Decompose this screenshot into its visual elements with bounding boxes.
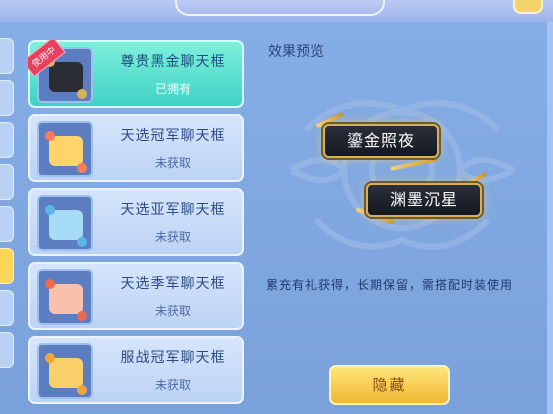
window-title-cap bbox=[175, 0, 385, 16]
frame-ornament-icon bbox=[45, 353, 55, 363]
frame-ornament-icon bbox=[77, 89, 87, 99]
chat-frame-item[interactable]: 服战冠军聊天框 未获取 bbox=[28, 336, 244, 404]
chat-frame-status: 未获取 bbox=[154, 156, 191, 170]
close-tab-button[interactable] bbox=[513, 0, 543, 14]
chat-frame-name: 天选季军聊天框 bbox=[120, 276, 226, 292]
frame-ornament-icon bbox=[77, 311, 87, 321]
category-tab-5[interactable] bbox=[0, 206, 14, 242]
chat-frame-item[interactable]: 天选亚军聊天框 未获取 bbox=[28, 188, 244, 256]
chat-frame-thumbnail bbox=[37, 269, 93, 325]
category-tab-8[interactable] bbox=[0, 332, 14, 368]
category-tab-6-active[interactable] bbox=[0, 248, 14, 284]
preview-title: 效果预览 bbox=[268, 44, 324, 60]
frame-description: 累充有礼获得，长期保留，需搭配时装使用 bbox=[266, 278, 514, 292]
chat-frame-thumbnail bbox=[37, 195, 93, 251]
frame-ornament-icon bbox=[45, 205, 55, 215]
frame-ornament-icon bbox=[77, 163, 87, 173]
category-tab-1[interactable] bbox=[0, 38, 14, 74]
preview-chat-bubble: 渊墨沉星 bbox=[366, 183, 482, 217]
frame-preview-shape bbox=[49, 358, 83, 388]
frame-preview-shape bbox=[49, 210, 83, 240]
chat-frame-item[interactable]: 使用中 尊贵黑金聊天框 已拥有 bbox=[28, 40, 244, 108]
category-tabs bbox=[0, 38, 14, 374]
frame-ornament-icon bbox=[77, 385, 87, 395]
frame-ornament-icon bbox=[77, 237, 87, 247]
chat-frame-list[interactable]: 使用中 尊贵黑金聊天框 已拥有 天选冠军聊天框 未获取 天选亚军聊天框 未获取 … bbox=[28, 40, 246, 414]
frame-preview-shape bbox=[49, 284, 83, 314]
preview-chat-bubble: 鎏金照夜 bbox=[323, 124, 439, 158]
chat-frame-name: 天选冠军聊天框 bbox=[120, 128, 226, 144]
chat-frame-item[interactable]: 天选季军聊天框 未获取 bbox=[28, 262, 244, 330]
chat-frame-thumbnail bbox=[37, 343, 93, 399]
background-emblem-icon bbox=[289, 100, 515, 250]
category-tab-2[interactable] bbox=[0, 80, 14, 116]
frame-ornament-icon bbox=[45, 131, 55, 141]
chat-frame-item[interactable]: 天选冠军聊天框 未获取 bbox=[28, 114, 244, 182]
chat-frame-status: 未获取 bbox=[154, 230, 191, 244]
category-tab-7[interactable] bbox=[0, 290, 14, 326]
hide-button[interactable]: 隐藏 bbox=[329, 365, 450, 405]
frame-preview-shape bbox=[49, 62, 83, 92]
chat-frame-name: 尊贵黑金聊天框 bbox=[120, 54, 226, 70]
chat-frame-name: 服战冠军聊天框 bbox=[120, 350, 226, 366]
frame-preview-shape bbox=[49, 136, 83, 166]
chat-frame-status: 已拥有 bbox=[154, 82, 191, 96]
panel-right-edge bbox=[547, 22, 553, 414]
frame-ornament-icon bbox=[45, 279, 55, 289]
chat-frame-thumbnail bbox=[37, 121, 93, 177]
category-tab-4[interactable] bbox=[0, 164, 14, 200]
category-tab-3[interactable] bbox=[0, 122, 14, 158]
chat-frame-status: 未获取 bbox=[154, 378, 191, 392]
chat-frame-status: 未获取 bbox=[154, 304, 191, 318]
chat-frame-name: 天选亚军聊天框 bbox=[120, 202, 226, 218]
